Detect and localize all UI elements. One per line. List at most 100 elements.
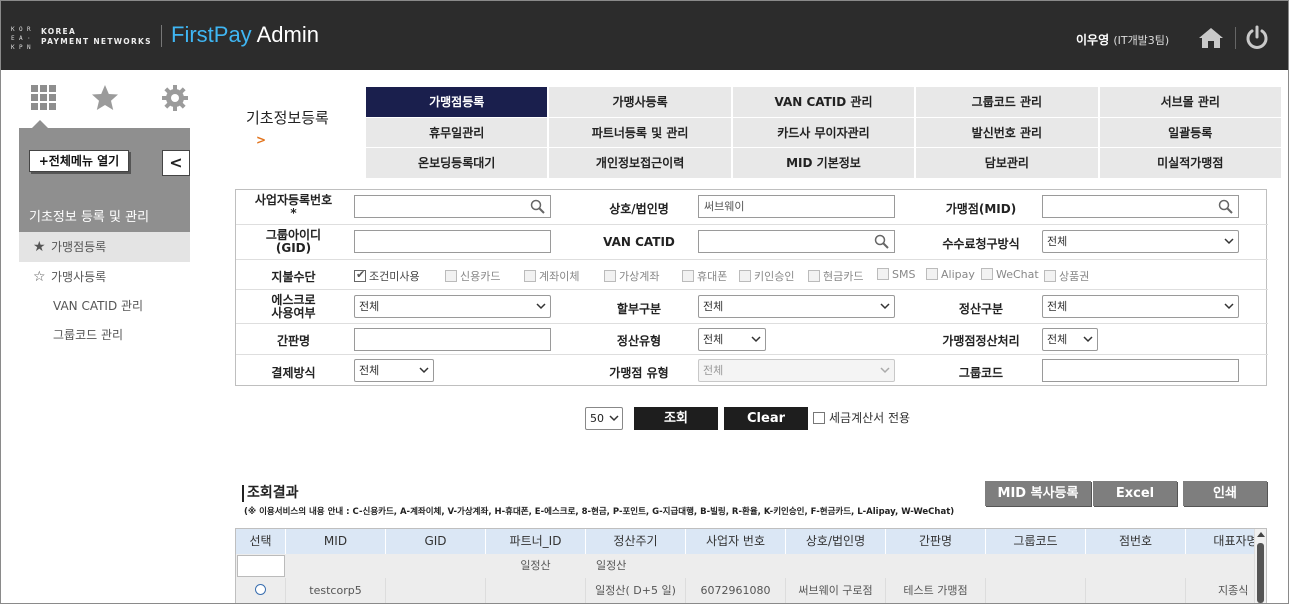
- grid-icon[interactable]: [29, 83, 59, 113]
- pay-method-checkbox-6[interactable]: 현금카드: [808, 268, 863, 284]
- clear-button[interactable]: Clear: [724, 407, 808, 430]
- checkbox[interactable]: [813, 412, 825, 424]
- sidebar-item-merchant-register[interactable]: ★ 가맹점등록: [19, 232, 190, 262]
- group-id-input[interactable]: [354, 230, 551, 253]
- print-button[interactable]: 인쇄: [1183, 481, 1267, 506]
- biz-no-input[interactable]: [354, 195, 551, 218]
- settle-type-select[interactable]: 전체: [1042, 295, 1239, 318]
- pay-method-checkbox-10[interactable]: 상품권: [1044, 268, 1089, 284]
- column-header[interactable]: 선택: [236, 529, 286, 554]
- search-icon[interactable]: [1218, 199, 1233, 214]
- search-form: 사업자등록번호 * 상호/법인명 써브웨이 가맹점(MID) 그룹아이디 (GID)…: [235, 189, 1268, 386]
- pay-method-checkbox-9[interactable]: WeChat: [981, 268, 1039, 281]
- column-header[interactable]: GID: [386, 529, 486, 554]
- star-icon[interactable]: [90, 83, 120, 113]
- tab-11[interactable]: 개인정보접근이력: [549, 148, 732, 179]
- column-header[interactable]: 파트너_ID: [486, 529, 586, 554]
- company-input[interactable]: 써브웨이: [698, 195, 895, 218]
- checkbox[interactable]: [524, 270, 536, 282]
- tab-10[interactable]: 온보딩등록대기: [366, 148, 549, 179]
- checkbox-label: 조건미사용: [369, 270, 420, 283]
- search-icon[interactable]: [874, 234, 889, 249]
- pay-method-checkbox-7[interactable]: SMS: [877, 268, 915, 281]
- tab-4[interactable]: 서브몰 관리: [1099, 87, 1282, 118]
- group-code-input[interactable]: [1042, 359, 1239, 382]
- checkbox[interactable]: [1044, 270, 1056, 282]
- pay-method-label: 지불수단: [271, 270, 316, 284]
- sidebar-header: +전체메뉴 열기 < 기초정보 등록 및 관리: [19, 128, 190, 232]
- checkbox[interactable]: [682, 270, 694, 282]
- row-select-radio[interactable]: [236, 578, 286, 603]
- column-header[interactable]: 상호/법인명: [786, 529, 886, 554]
- mid-copy-register-button[interactable]: MID 복사등록: [985, 481, 1091, 506]
- checkbox[interactable]: [445, 270, 457, 282]
- mid-label: 가맹점(MID): [945, 202, 1017, 216]
- search-button[interactable]: 조회: [634, 407, 718, 430]
- settle-type-label: 정산구분: [958, 302, 1004, 316]
- checkbox-label: Alipay: [941, 268, 975, 281]
- table-row[interactable]: testcorp5 일정산( D+5 일) 6072961080 써브웨이 구로…: [236, 578, 1266, 603]
- pay-method-checkbox-5[interactable]: 키인승인: [739, 268, 794, 284]
- gear-icon[interactable]: [160, 83, 190, 113]
- scroll-up-icon[interactable]: [1257, 532, 1265, 537]
- checkbox[interactable]: [604, 270, 616, 282]
- tab-3[interactable]: 그룹코드 관리: [916, 87, 1099, 118]
- sidebar-item-merchant-company-register[interactable]: ☆ 가맹사등록: [19, 262, 190, 292]
- installment-select[interactable]: 전체: [698, 295, 895, 318]
- company-label: 상호/법인명: [609, 202, 669, 216]
- pay-method-checkbox-0[interactable]: 조건미사용: [354, 268, 420, 284]
- pay-method-checkbox-8[interactable]: Alipay: [926, 268, 975, 281]
- excel-export-button[interactable]: Excel: [1093, 481, 1177, 506]
- settle-kind-select[interactable]: 전체: [698, 328, 766, 351]
- fee-method-select[interactable]: 전체: [1042, 230, 1239, 253]
- checkbox[interactable]: [981, 268, 993, 280]
- tab-5[interactable]: 휴무일관리: [366, 117, 549, 149]
- short-name-input[interactable]: [354, 328, 551, 351]
- sidebar-item-group-code[interactable]: 그룹코드 관리: [19, 321, 190, 350]
- collapse-sidebar-button[interactable]: <: [162, 150, 190, 176]
- tab-13[interactable]: 담보관리: [916, 148, 1099, 179]
- column-header[interactable]: 점번호: [1086, 529, 1186, 554]
- pay-method-checkbox-3[interactable]: 가상계좌: [604, 268, 659, 284]
- scroll-thumb[interactable]: [1257, 543, 1264, 603]
- tab-12[interactable]: MID 기본정보: [732, 148, 916, 179]
- tab-14[interactable]: 미실적가맹점: [1099, 148, 1282, 179]
- tab-1[interactable]: 가맹사등록: [549, 87, 732, 118]
- open-all-menu-button[interactable]: +전체메뉴 열기: [29, 150, 129, 172]
- radio[interactable]: [255, 584, 266, 595]
- page-size-select[interactable]: 50: [585, 407, 623, 430]
- checkbox[interactable]: [808, 270, 820, 282]
- escrow-select[interactable]: 전체: [354, 295, 551, 318]
- pay-way-select[interactable]: 전체: [354, 359, 434, 382]
- tab-2[interactable]: VAN CATID 관리: [732, 87, 916, 118]
- home-icon[interactable]: [1198, 27, 1224, 49]
- power-icon[interactable]: [1244, 25, 1270, 51]
- pay-method-checkbox-2[interactable]: 계좌이체: [524, 268, 579, 284]
- tab-9[interactable]: 일괄등록: [1099, 117, 1282, 149]
- merchant-type-select[interactable]: 전체: [698, 359, 895, 382]
- merchant-settle-select[interactable]: 전체: [1042, 328, 1098, 351]
- checkbox[interactable]: [354, 268, 366, 282]
- van-catid-input[interactable]: [698, 230, 895, 253]
- mid-input[interactable]: [1042, 195, 1239, 218]
- sidebar-item-van-catid[interactable]: VAN CATID 관리: [19, 292, 190, 321]
- tax-invoice-only-checkbox[interactable]: 세금계산서 전용: [813, 409, 910, 426]
- search-icon[interactable]: [530, 199, 545, 214]
- pay-method-checkbox-4[interactable]: 휴대폰: [682, 268, 727, 284]
- column-header[interactable]: 그룹코드: [986, 529, 1086, 554]
- tab-7[interactable]: 카드사 무이자관리: [732, 117, 916, 149]
- column-header[interactable]: 사업자 번호: [686, 529, 786, 554]
- table-scrollbar[interactable]: [1254, 529, 1266, 603]
- tab-6[interactable]: 파트너등록 및 관리: [549, 117, 732, 149]
- pay-method-checkbox-1[interactable]: 신용카드: [445, 268, 500, 284]
- column-header[interactable]: 간판명: [886, 529, 986, 554]
- tab-0[interactable]: 가맹점등록: [366, 87, 549, 118]
- column-header[interactable]: MID: [286, 529, 386, 554]
- checkbox[interactable]: [739, 270, 751, 282]
- column-header[interactable]: 정산주기: [586, 529, 686, 554]
- app-title[interactable]: FirstPay Admin: [171, 22, 319, 48]
- checkbox[interactable]: [877, 268, 889, 280]
- checkbox[interactable]: [926, 268, 938, 280]
- star-outline-icon: ☆: [33, 269, 46, 285]
- tab-8[interactable]: 발신번호 관리: [916, 117, 1099, 149]
